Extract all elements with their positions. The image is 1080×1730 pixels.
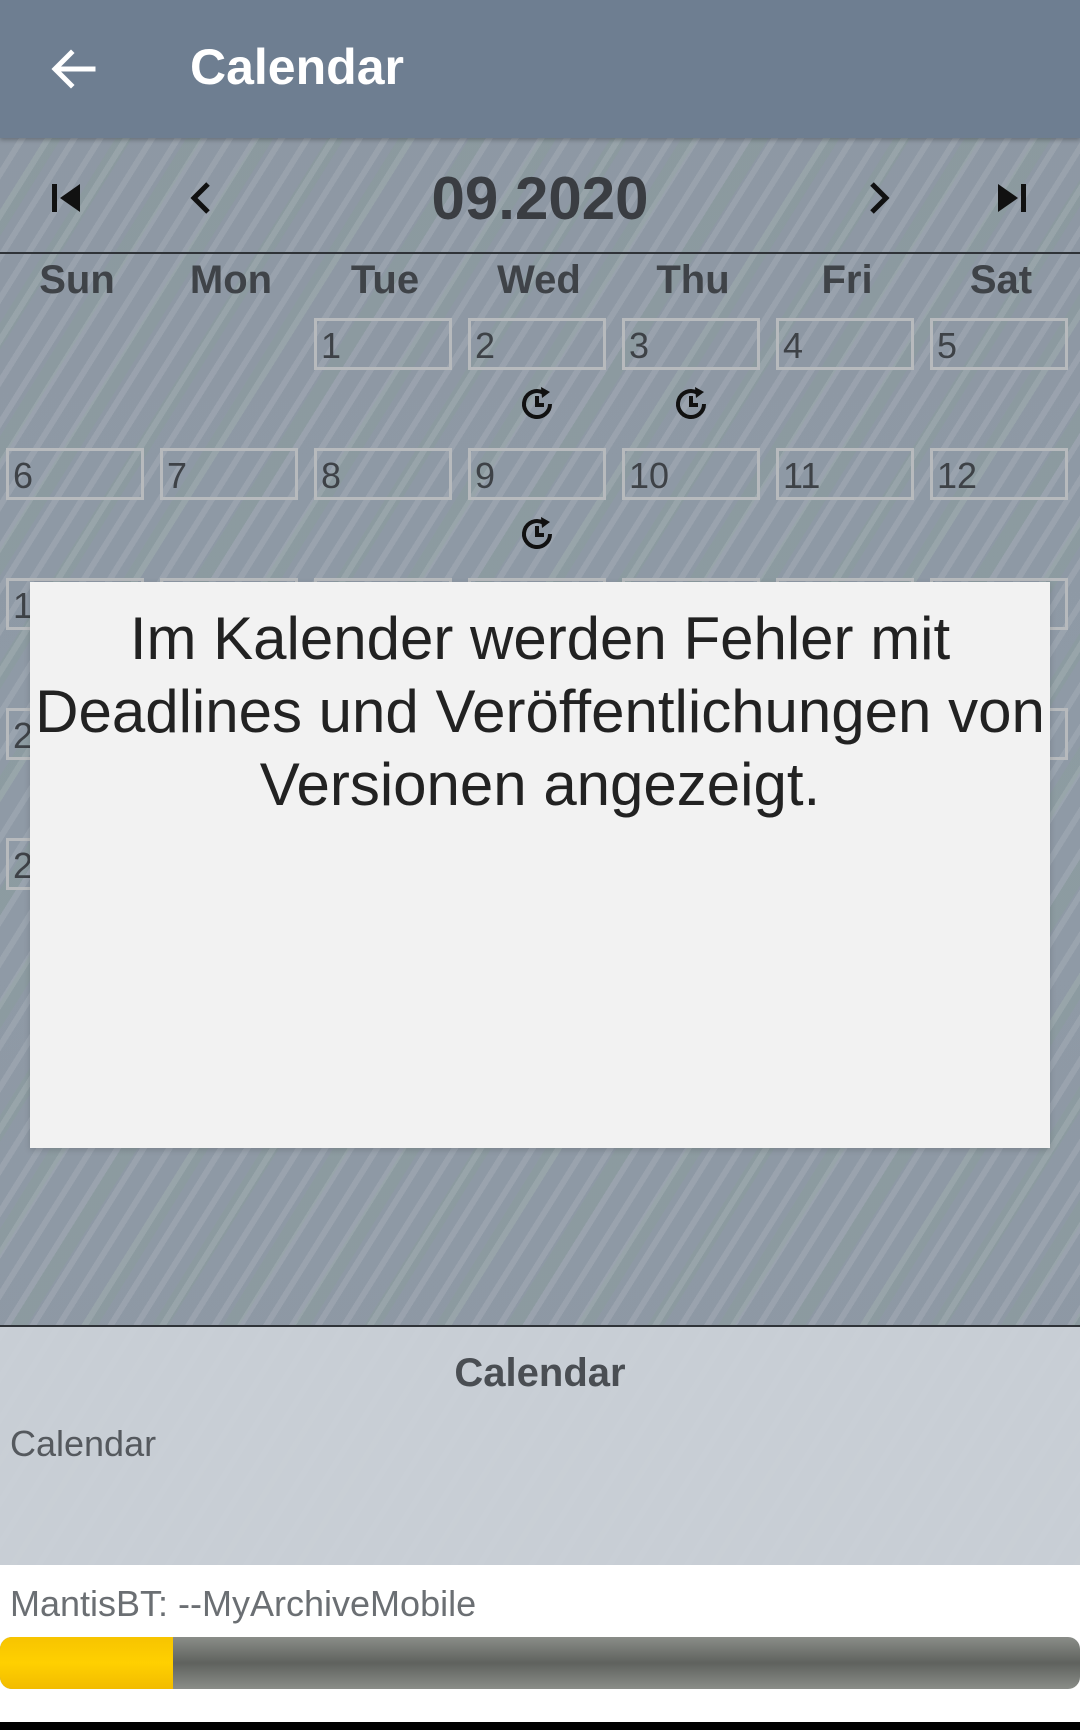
arrow-left-icon	[51, 49, 96, 89]
info-panel: Calendar Calendar	[0, 1325, 1080, 1567]
info-panel-text: Calendar	[10, 1423, 157, 1464]
calendar-day-2[interactable]: 2	[468, 318, 606, 370]
calendar-day-11[interactable]: 11	[776, 448, 914, 500]
project-label: MantisBT: --MyArchiveMobile	[10, 1583, 477, 1624]
clock-refresh-icon	[517, 514, 557, 554]
last-month-button[interactable]	[982, 168, 1042, 228]
chevron-right-icon	[870, 182, 890, 214]
weekday-label: Fri	[821, 258, 873, 302]
weekday-label: Tue	[350, 258, 420, 302]
month-navigation: 09.2020	[0, 140, 1080, 254]
info-panel-title: Calendar	[454, 1351, 626, 1395]
dialog-message: Im Kalender werden Fehler mit Deadlines …	[35, 605, 1045, 818]
weekday-header: Sun Mon Tue Wed Thu Fri Sat	[0, 258, 1080, 308]
back-button[interactable]	[40, 36, 106, 102]
weekday-label: Thu	[656, 258, 730, 302]
month-label: 09.2020	[431, 165, 649, 232]
calendar-day-9[interactable]: 9	[468, 448, 606, 500]
page-title: Calendar	[190, 39, 404, 95]
weekday-label: Mon	[189, 258, 273, 302]
weekday-label: Sat	[969, 258, 1033, 302]
clock-refresh-icon	[517, 384, 557, 424]
weekday-label: Sun	[39, 258, 115, 302]
progress-bar-fill	[0, 1637, 173, 1689]
progress-bar	[0, 1637, 1080, 1689]
calendar-day-4[interactable]: 4	[776, 318, 914, 370]
footer: MantisBT: --MyArchiveMobile	[0, 1565, 1080, 1730]
calendar-day-1[interactable]: 1	[314, 318, 452, 370]
app-bar: Calendar	[0, 0, 1080, 138]
clock-refresh-icon	[671, 384, 711, 424]
calendar-day-10[interactable]: 10	[622, 448, 760, 500]
system-bottom-edge	[0, 1722, 1080, 1730]
info-dialog[interactable]: Im Kalender werden Fehler mit Deadlines …	[30, 582, 1050, 1148]
weekday-label: Wed	[497, 258, 581, 302]
calendar-day-12[interactable]: 12	[930, 448, 1068, 500]
calendar-day-8[interactable]: 8	[314, 448, 452, 500]
next-month-button[interactable]	[848, 168, 908, 228]
calendar-day-5[interactable]: 5	[930, 318, 1068, 370]
calendar-day-6[interactable]: 6	[6, 448, 144, 500]
calendar-day-3[interactable]: 3	[622, 318, 760, 370]
skip-last-icon	[998, 184, 1026, 212]
calendar-day-7[interactable]: 7	[160, 448, 298, 500]
